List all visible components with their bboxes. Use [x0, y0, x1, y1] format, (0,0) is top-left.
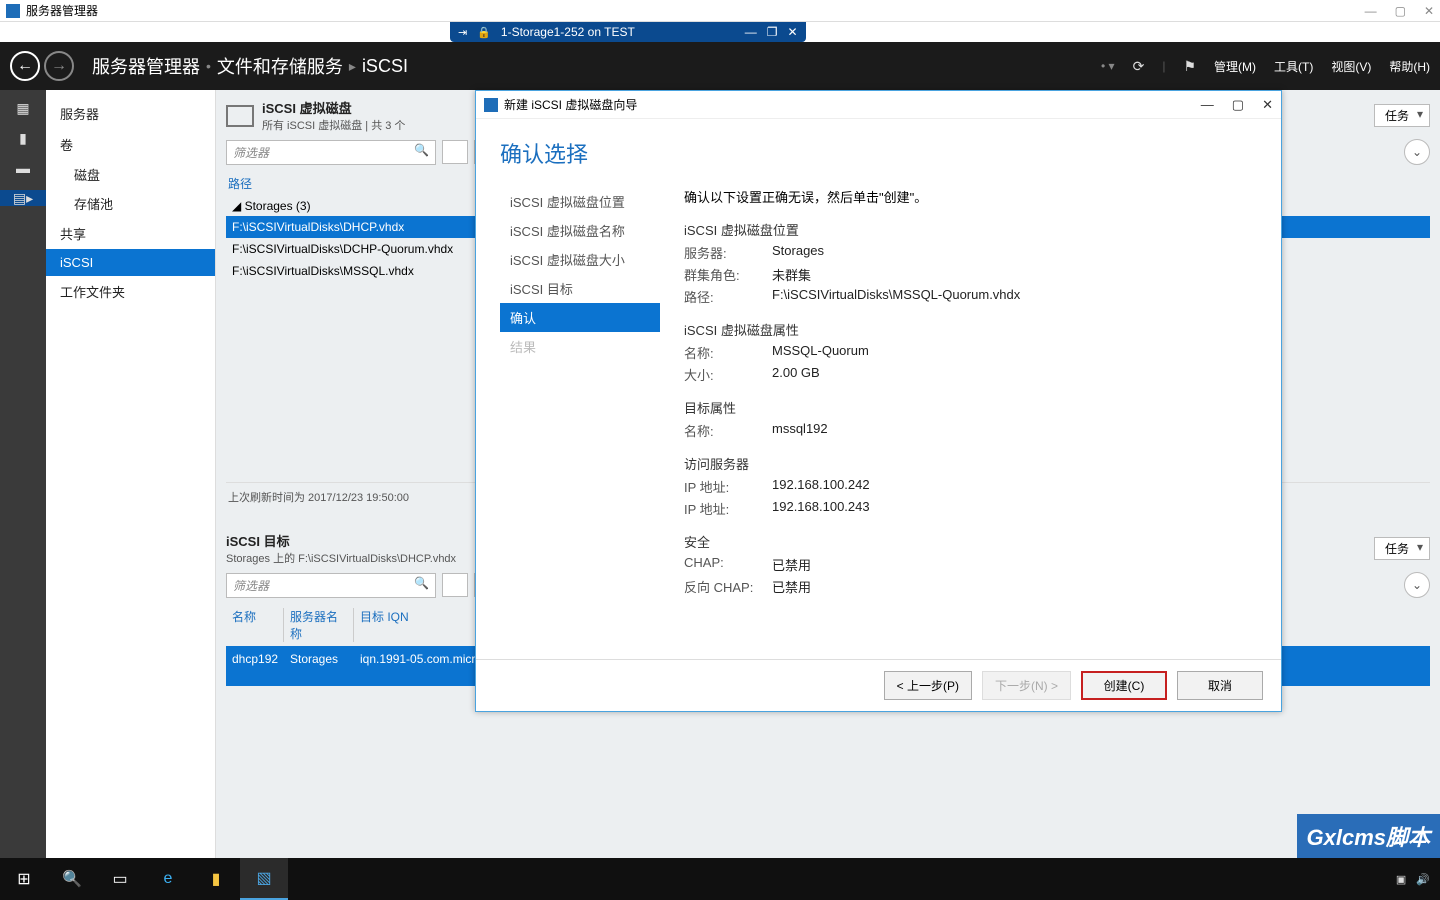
col-name[interactable]: 名称 [226, 608, 284, 642]
vm-close-icon[interactable]: ✕ [788, 25, 798, 39]
breadcrumb-root[interactable]: 服务器管理器 [92, 53, 200, 79]
wizard-content: 确认以下设置正确无误，然后单击"创建"。 iSCSI 虚拟磁盘位置 服务器:St… [660, 187, 1257, 649]
tasupんtargets-button[interactable]: 任务 [1374, 537, 1430, 560]
targets-expand-button[interactable]: ⌄ [1404, 572, 1430, 598]
group-access: 访问服务器 [684, 454, 1257, 473]
targets-subtitle: Storages 上的 F:\iSCSIVirtualDisks\DHCP.vh… [226, 550, 456, 566]
iscsi-wizard-dialog: 新建 iSCSI 虚拟磁盘向导 — ▢ ✕ 确认选择 iSCSI 虚拟磁盘位置 … [475, 90, 1282, 712]
menu-help[interactable]: 帮助(H) [1389, 58, 1430, 75]
targets-filter-input[interactable]: 筛选器 [226, 573, 436, 598]
targets-title: iSCSI 目标 [226, 531, 456, 550]
start-button[interactable]: ⊞ [0, 858, 48, 900]
left-nav: 服务器 卷 磁盘 存储池 共享 iSCSI 工作文件夹 [46, 90, 216, 858]
wizard-title: 新建 iSCSI 虚拟磁盘向导 [504, 96, 637, 113]
minimize-icon[interactable]: — [1365, 4, 1377, 18]
wizard-steps: iSCSI 虚拟磁盘位置 iSCSI 虚拟磁盘名称 iSCSI 虚拟磁盘大小 i… [500, 187, 660, 649]
nav-back-button[interactable]: ← [10, 51, 40, 81]
app-icon [6, 4, 20, 18]
server-manager-task[interactable]: ▧ [240, 858, 288, 900]
step-location[interactable]: iSCSI 虚拟磁盘位置 [500, 187, 660, 216]
search-icon[interactable]: 🔍 [48, 858, 96, 900]
panel-subtitle: 所有 iSCSI 虚拟磁盘 | 共 3 个 [262, 117, 405, 133]
step-name[interactable]: iSCSI 虚拟磁盘名称 [500, 216, 660, 245]
vm-restore-icon[interactable]: ❐ [767, 25, 778, 39]
step-result: 结果 [500, 332, 660, 361]
group-location: iSCSI 虚拟磁盘位置 [684, 220, 1257, 239]
nav-disks[interactable]: 磁盘 [46, 160, 215, 189]
nav-pools[interactable]: 存储池 [46, 189, 215, 218]
wizard-footer: < 上一步(P) 下一步(N) > 创建(C) 取消 [476, 659, 1281, 711]
tray-network-icon[interactable]: ▣ [1396, 873, 1406, 886]
separator: | [1162, 59, 1165, 73]
wizard-titlebar[interactable]: 新建 iSCSI 虚拟磁盘向导 — ▢ ✕ [476, 91, 1281, 119]
refresh-icon[interactable]: ⟳ [1133, 58, 1145, 75]
breadcrumb-page[interactable]: iSCSI [362, 56, 408, 77]
nav-iscsi[interactable]: iSCSI [46, 249, 215, 276]
wizard-heading: 确认选择 [476, 119, 1281, 187]
flag-icon[interactable]: ⚑ [1183, 58, 1196, 75]
maximize-icon[interactable]: ▢ [1395, 4, 1406, 18]
wizard-minimize-icon[interactable]: — [1201, 97, 1214, 113]
wizard-intro: 确认以下设置正确无误，然后单击"创建"。 [684, 187, 1257, 206]
tray-sound-icon[interactable]: 🔊 [1416, 873, 1430, 886]
step-size[interactable]: iSCSI 虚拟磁盘大小 [500, 245, 660, 274]
nav-forward-button: → [44, 51, 74, 81]
prev-button[interactable]: < 上一步(P) [884, 671, 972, 700]
breadcrumb: 服务器管理器 • 文件和存储服务 ▸ iSCSI [92, 53, 408, 79]
vm-minimize-icon[interactable]: — [745, 25, 757, 39]
volumes-icon[interactable]: ▮ [11, 130, 35, 146]
close-icon[interactable]: ✕ [1424, 4, 1434, 18]
servers-icon[interactable]: ▦ [11, 100, 35, 116]
panel-title: iSCSI 虚拟磁盘 [262, 98, 405, 117]
menu-tools[interactable]: 工具(T) [1274, 58, 1313, 75]
group-target: 目标属性 [684, 398, 1257, 417]
cancel-button[interactable]: 取消 [1177, 671, 1263, 700]
create-button[interactable]: 创建(C) [1081, 671, 1167, 700]
vm-title: 1-Storage1-252 on TEST [501, 25, 635, 39]
taskbar: ⊞ 🔍 ▭ e ▮ ▧ ▣ 🔊 [0, 858, 1440, 900]
expand-button[interactable]: ⌄ [1404, 139, 1430, 165]
menu-view[interactable]: 视图(V) [1331, 58, 1371, 75]
nav-servers[interactable]: 服务器 [46, 98, 215, 129]
menu-manage[interactable]: 管理(M) [1214, 58, 1256, 75]
filter-dropdown[interactable] [442, 140, 468, 164]
nav-volumes[interactable]: 卷 [46, 129, 215, 160]
icon-strip: ▦ ▮ ▬ ▤▸ [0, 90, 46, 858]
col-server[interactable]: 服务器名称 [284, 608, 354, 642]
nav-shares[interactable]: 共享 [46, 218, 215, 249]
breadcrumb-section[interactable]: 文件和存储服务 [217, 53, 343, 79]
explorer-icon[interactable]: ▮ [192, 858, 240, 900]
wizard-icon [484, 98, 498, 112]
disk-icon [226, 105, 254, 127]
group-security: 安全 [684, 532, 1257, 551]
watermark: Gxlcms脚本 [1297, 814, 1440, 858]
ie-icon[interactable]: e [144, 858, 192, 900]
step-confirm[interactable]: 确认 [500, 303, 660, 332]
outer-window-titlebar: 服务器管理器 — ▢ ✕ [0, 0, 1440, 22]
step-target[interactable]: iSCSI 目标 [500, 274, 660, 303]
chevron-right-icon: • [206, 58, 211, 74]
vm-connection-bar: ⇥ 🔒 1-Storage1-252 on TEST — ❐ ✕ [0, 22, 1440, 42]
wizard-close-icon[interactable]: ✕ [1262, 97, 1273, 113]
outer-window-title: 服务器管理器 [26, 2, 98, 19]
targets-filter-dd[interactable] [442, 573, 468, 597]
disks-icon[interactable]: ▬ [11, 160, 35, 176]
group-properties: iSCSI 虚拟磁盘属性 [684, 320, 1257, 339]
taskview-icon[interactable]: ▭ [96, 858, 144, 900]
server-manager-header: ← → 服务器管理器 • 文件和存储服务 ▸ iSCSI • ▾ ⟳ | ⚑ 管… [0, 42, 1440, 90]
dropdown-icon[interactable]: • ▾ [1101, 59, 1115, 73]
lock-icon: 🔒 [477, 26, 491, 39]
chevron-right-icon: ▸ [349, 58, 356, 75]
next-button: 下一步(N) > [982, 671, 1071, 700]
filter-input[interactable]: 筛选器 [226, 140, 436, 165]
tasks-button[interactable]: 任务 [1374, 104, 1430, 127]
iscsi-icon[interactable]: ▤▸ [0, 190, 46, 206]
wizard-maximize-icon[interactable]: ▢ [1232, 97, 1244, 113]
pin-icon[interactable]: ⇥ [458, 26, 467, 39]
nav-workfolders[interactable]: 工作文件夹 [46, 276, 215, 307]
